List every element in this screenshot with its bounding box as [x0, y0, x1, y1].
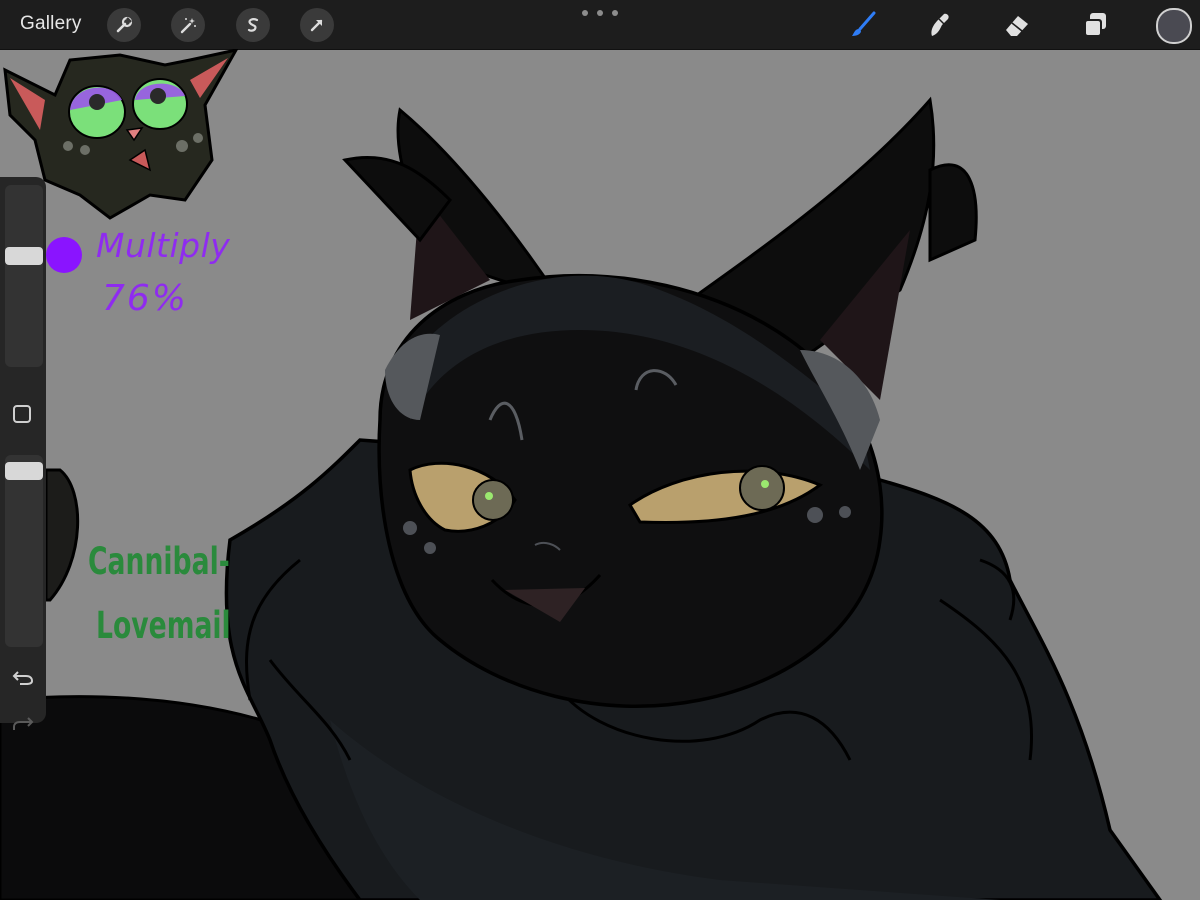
watermark-line-1: Cannibal- — [88, 540, 230, 583]
left-sidebar — [0, 177, 46, 730]
blend-mode-note: Multiply — [96, 226, 231, 265]
selection-icon — [247, 18, 259, 32]
magic-wand-icon — [180, 18, 196, 34]
eraser-icon — [1006, 16, 1028, 36]
brush-tool[interactable] — [846, 8, 880, 42]
smudge-icon — [931, 13, 949, 36]
transform-arrow-icon — [310, 19, 323, 32]
watermark-line-2: Lovemail — [96, 604, 231, 647]
smudge-tool[interactable] — [922, 8, 956, 42]
top-toolbar: Gallery — [0, 0, 1200, 50]
color-picker-swatch[interactable] — [1156, 8, 1192, 44]
opacity-note: 76% — [102, 278, 189, 319]
modify-button[interactable] — [13, 405, 31, 423]
more-options-icon[interactable] — [582, 6, 618, 20]
layers-button[interactable] — [1078, 8, 1112, 42]
undo-icon — [12, 671, 34, 685]
adjustments-button[interactable] — [171, 8, 205, 42]
actions-button[interactable] — [107, 8, 141, 42]
redo-icon — [13, 717, 34, 730]
opacity-slider[interactable] — [5, 455, 43, 647]
wrench-icon — [116, 16, 133, 33]
gallery-button[interactable]: Gallery — [20, 13, 82, 35]
redo-button[interactable] — [11, 713, 35, 733]
layers-icon — [1084, 13, 1106, 37]
blend-color-dot — [46, 237, 82, 273]
brush-size-slider[interactable] — [5, 185, 43, 367]
cat-artwork — [0, 49, 1163, 900]
eraser-tool[interactable] — [1000, 8, 1034, 42]
selection-button[interactable] — [236, 8, 270, 42]
undo-button[interactable] — [11, 667, 35, 687]
brush-size-thumb[interactable] — [5, 247, 43, 266]
transform-button[interactable] — [300, 8, 334, 42]
opacity-thumb[interactable] — [5, 461, 43, 480]
drawing-canvas[interactable]: Multiply 76% Cannibal- Lovemail — [0, 49, 1200, 900]
brush-icon — [852, 11, 876, 36]
